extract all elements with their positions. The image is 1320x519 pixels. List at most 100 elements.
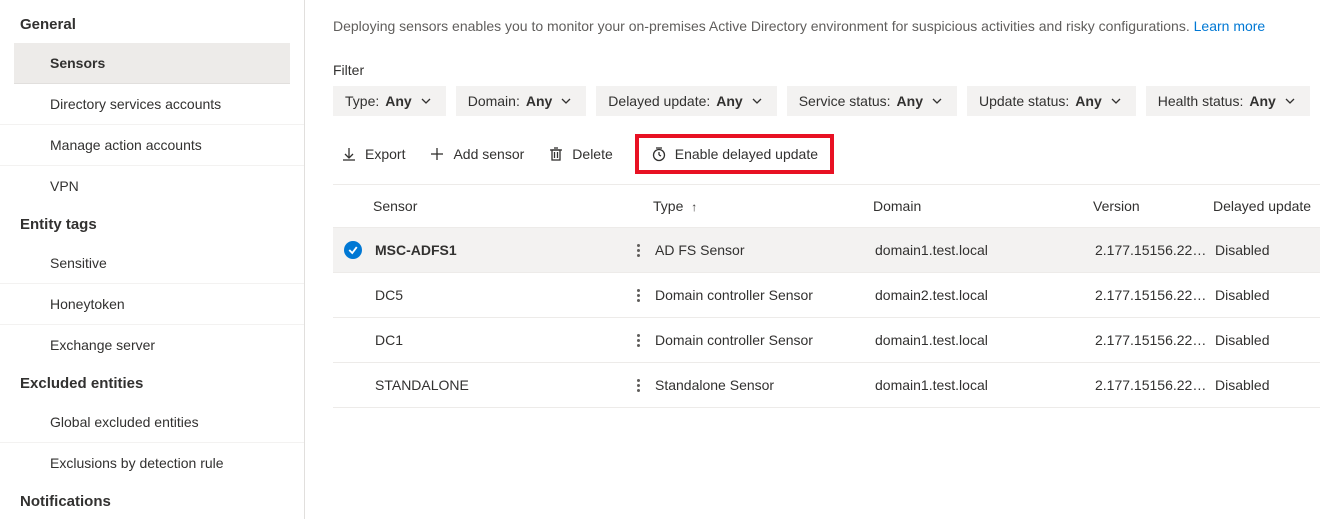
checkmark-icon — [344, 241, 362, 259]
filter-type-value: Any — [385, 93, 411, 109]
cell-domain: domain1.test.local — [873, 365, 1093, 405]
chevron-down-icon — [418, 93, 434, 109]
row-selector[interactable] — [333, 328, 373, 352]
sort-asc-icon: ↑ — [691, 200, 697, 214]
row-menu-button[interactable] — [623, 228, 653, 272]
table-header: Sensor Type ↑ Domain Version Delayed upd… — [333, 184, 1320, 228]
col-version[interactable]: Version — [1093, 188, 1213, 224]
export-button[interactable]: Export — [339, 142, 407, 166]
nav-item-vpn[interactable]: VPN — [0, 166, 304, 206]
cell-domain: domain1.test.local — [873, 320, 1093, 360]
col-type-label: Type — [653, 198, 683, 214]
filter-service-label: Service status: — [799, 93, 891, 109]
row-selector[interactable] — [333, 283, 373, 307]
filter-health-value: Any — [1249, 93, 1275, 109]
nav-item-sensors[interactable]: Sensors — [14, 43, 290, 84]
cell-delayed: Disabled — [1213, 230, 1320, 270]
filter-delayed-update[interactable]: Delayed update: Any — [596, 86, 776, 116]
row-menu-button[interactable] — [623, 273, 653, 317]
trash-icon — [548, 146, 564, 162]
sidebar: General Sensors Directory services accou… — [0, 0, 305, 519]
filter-type[interactable]: Type: Any — [333, 86, 446, 116]
chevron-down-icon — [1108, 93, 1124, 109]
cell-type: Domain controller Sensor — [653, 275, 873, 315]
chevron-down-icon — [1282, 93, 1298, 109]
nav-item-global-excluded[interactable]: Global excluded entities — [0, 402, 304, 443]
nav-item-exclusions-by-rule[interactable]: Exclusions by detection rule — [0, 443, 304, 483]
cell-domain: domain2.test.local — [873, 275, 1093, 315]
sensors-table: Sensor Type ↑ Domain Version Delayed upd… — [333, 184, 1320, 408]
nav-section-excluded-entities: Excluded entities — [0, 365, 304, 402]
main-content: Deploying sensors enables you to monitor… — [305, 0, 1320, 519]
sensor-name: DC1 — [373, 320, 623, 360]
add-sensor-label: Add sensor — [453, 146, 524, 162]
cell-type: Standalone Sensor — [653, 365, 873, 405]
cell-version: 2.177.15156.22652 — [1093, 230, 1213, 270]
cell-version: 2.177.15156.22652 — [1093, 275, 1213, 315]
enable-delayed-update-button[interactable]: Enable delayed update — [649, 142, 820, 166]
nav-item-sensitive[interactable]: Sensitive — [0, 243, 304, 284]
sensor-name: DC5 — [373, 275, 623, 315]
filter-service-value: Any — [897, 93, 923, 109]
filter-service-status[interactable]: Service status: Any — [787, 86, 957, 116]
filter-delayed-value: Any — [716, 93, 742, 109]
filter-type-label: Type: — [345, 93, 379, 109]
cell-delayed: Disabled — [1213, 365, 1320, 405]
cell-delayed: Disabled — [1213, 320, 1320, 360]
filter-update-value: Any — [1075, 93, 1101, 109]
filter-row: Type: Any Domain: Any Delayed update: An… — [333, 86, 1320, 116]
download-icon — [341, 146, 357, 162]
export-label: Export — [365, 146, 405, 162]
filter-label: Filter — [333, 62, 1320, 78]
intro-text: Deploying sensors enables you to monitor… — [333, 18, 1320, 34]
col-sensor[interactable]: Sensor — [373, 188, 623, 224]
nav-section-notifications: Notifications — [0, 483, 304, 519]
filter-delayed-label: Delayed update: — [608, 93, 710, 109]
filter-domain-label: Domain: — [468, 93, 520, 109]
enable-delayed-update-highlight: Enable delayed update — [635, 134, 834, 174]
learn-more-link[interactable]: Learn more — [1194, 18, 1266, 34]
nav-item-exchange-server[interactable]: Exchange server — [0, 325, 304, 365]
cell-delayed: Disabled — [1213, 275, 1320, 315]
row-selector[interactable] — [333, 229, 373, 271]
add-sensor-button[interactable]: Add sensor — [427, 142, 526, 166]
delete-button[interactable]: Delete — [546, 142, 614, 166]
row-selector[interactable] — [333, 373, 373, 397]
cell-version: 2.177.15156.22652 — [1093, 365, 1213, 405]
delete-label: Delete — [572, 146, 612, 162]
sensor-name: MSC-ADFS1 — [373, 230, 623, 270]
table-row[interactable]: MSC-ADFS1 AD FS Sensordomain1.test.local2… — [333, 228, 1320, 273]
filter-health-status[interactable]: Health status: Any — [1146, 86, 1310, 116]
col-type[interactable]: Type ↑ — [653, 188, 873, 224]
nav-section-entity-tags: Entity tags — [0, 206, 304, 243]
table-body: MSC-ADFS1AD FS Sensordomain1.test.local2… — [333, 228, 1320, 408]
filter-update-status[interactable]: Update status: Any — [967, 86, 1136, 116]
plus-icon — [429, 146, 445, 162]
row-menu-button[interactable] — [623, 363, 653, 407]
table-row[interactable]: DC1Domain controller Sensordomain1.test.… — [333, 318, 1320, 363]
cell-domain: domain1.test.local — [873, 230, 1093, 270]
row-menu-button[interactable] — [623, 318, 653, 362]
chevron-down-icon — [558, 93, 574, 109]
clock-icon — [651, 146, 667, 162]
nav-item-directory-services[interactable]: Directory services accounts — [0, 84, 304, 125]
enable-delayed-update-label: Enable delayed update — [675, 146, 818, 162]
filter-domain[interactable]: Domain: Any — [456, 86, 587, 116]
nav-section-general: General — [0, 6, 304, 43]
filter-update-label: Update status: — [979, 93, 1069, 109]
chevron-down-icon — [749, 93, 765, 109]
col-delayed-update[interactable]: Delayed update — [1213, 188, 1320, 224]
chevron-down-icon — [929, 93, 945, 109]
sensor-name: STANDALONE — [373, 365, 623, 405]
filter-health-label: Health status: — [1158, 93, 1244, 109]
cell-type: AD FS Sensor — [653, 230, 873, 270]
intro-sentence: Deploying sensors enables you to monitor… — [333, 18, 1194, 34]
table-row[interactable]: STANDALONE Standalone Sensordomain1.test.… — [333, 363, 1320, 408]
cell-version: 2.177.15156.22652 — [1093, 320, 1213, 360]
col-domain[interactable]: Domain — [873, 188, 1093, 224]
nav-item-honeytoken[interactable]: Honeytoken — [0, 284, 304, 325]
nav-item-manage-action-accounts[interactable]: Manage action accounts — [0, 125, 304, 166]
action-row: Export Add sensor Delete Enable delayed … — [333, 128, 1320, 184]
table-row[interactable]: DC5 Domain controller Sensordomain2.test.… — [333, 273, 1320, 318]
filter-domain-value: Any — [526, 93, 552, 109]
